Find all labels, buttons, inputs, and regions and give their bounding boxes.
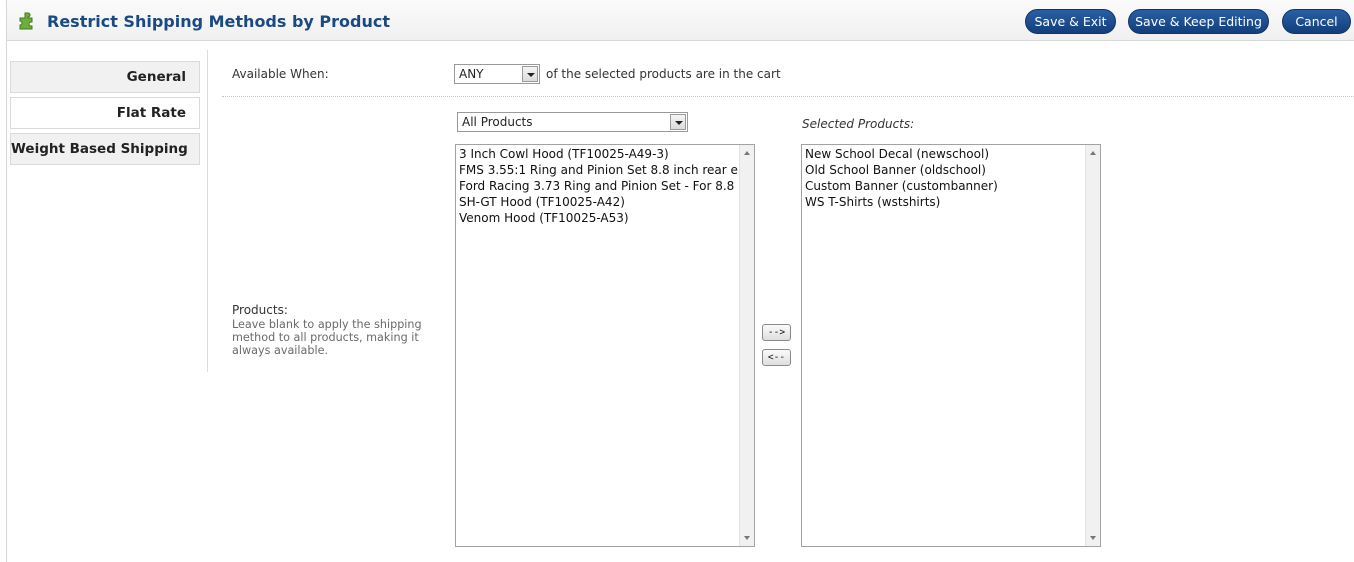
puzzle-piece-icon	[18, 11, 38, 31]
list-item[interactable]: Venom Hood (TF10025-A53)	[459, 210, 738, 226]
scrollbar[interactable]	[1085, 145, 1100, 546]
products-label: Products:	[232, 303, 288, 317]
remove-product-button[interactable]: <--	[762, 349, 791, 366]
tabs-divider	[207, 50, 208, 372]
save-keep-editing-button[interactable]: Save & Keep Editing	[1128, 9, 1269, 34]
save-exit-button[interactable]: Save & Exit	[1025, 9, 1116, 34]
list-item[interactable]: SH-GT Hood (TF10025-A42)	[459, 194, 738, 210]
list-item[interactable]: Old School Banner (oldschool)	[805, 162, 1084, 178]
cancel-button[interactable]: Cancel	[1282, 9, 1351, 34]
page-header: Restrict Shipping Methods by Product Sav…	[7, 0, 1354, 41]
available-when-value: ANY	[459, 67, 484, 81]
list-item[interactable]: WS T-Shirts (wstshirts)	[805, 194, 1084, 210]
chevron-down-icon[interactable]	[670, 114, 686, 130]
list-item[interactable]: FMS 3.55:1 Ring and Pinion Set 8.8 inch …	[459, 162, 738, 178]
tab-flat-rate[interactable]: Flat Rate	[10, 97, 200, 129]
list-item[interactable]: Custom Banner (custombanner)	[805, 178, 1084, 194]
product-filter-select[interactable]: All Products	[457, 112, 688, 132]
available-when-label: Available When:	[232, 67, 329, 81]
scrollbar[interactable]	[739, 145, 754, 546]
scroll-down-icon[interactable]	[744, 536, 750, 540]
chevron-down-icon[interactable]	[522, 66, 538, 82]
scroll-up-icon[interactable]	[744, 151, 750, 155]
list-item[interactable]: 3 Inch Cowl Hood (TF10025-A49-3)	[459, 146, 738, 162]
list-item[interactable]: New School Decal (newschool)	[805, 146, 1084, 162]
tab-general[interactable]: General	[10, 61, 200, 93]
left-border	[6, 0, 7, 562]
scroll-down-icon[interactable]	[1090, 536, 1096, 540]
available-when-suffix: of the selected products are in the cart	[546, 67, 781, 81]
products-help-text: Leave blank to apply the shipping method…	[232, 318, 422, 357]
list-item[interactable]: Ford Racing 3.73 Ring and Pinion Set - F…	[459, 178, 738, 194]
available-when-select[interactable]: ANY	[454, 64, 540, 84]
page-title: Restrict Shipping Methods by Product	[47, 12, 391, 31]
scroll-up-icon[interactable]	[1090, 151, 1096, 155]
section-divider	[222, 96, 1354, 97]
tab-weight-based-shipping[interactable]: Weight Based Shipping	[10, 133, 200, 165]
selected-products-list[interactable]: New School Decal (newschool) Old School …	[801, 144, 1101, 547]
add-product-button[interactable]: -->	[762, 324, 791, 341]
available-products-list[interactable]: 3 Inch Cowl Hood (TF10025-A49-3) FMS 3.5…	[455, 144, 755, 547]
product-filter-value: All Products	[462, 115, 533, 129]
selected-products-label: Selected Products:	[802, 117, 915, 131]
